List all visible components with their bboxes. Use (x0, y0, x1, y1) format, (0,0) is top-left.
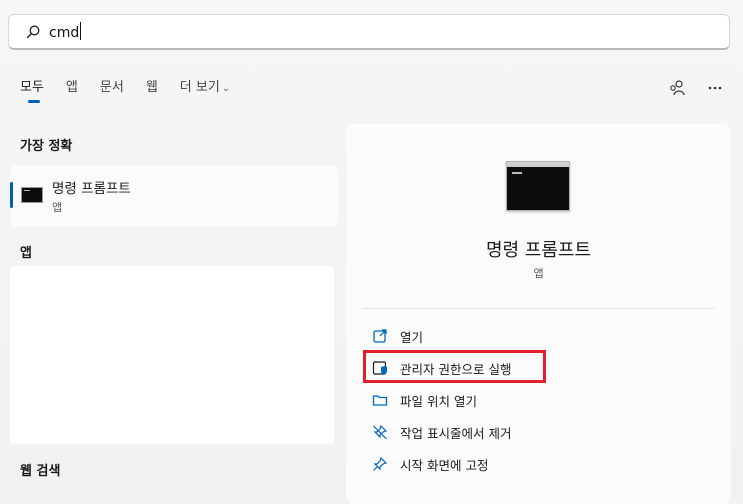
action-pin-start[interactable]: 시작 화면에 고정 (372, 453, 488, 475)
more-dots-icon (708, 86, 722, 90)
tab-documents[interactable]: 문서 (100, 76, 124, 101)
selection-indicator (10, 182, 13, 208)
filter-tabs: 모두 앱 문서 웹 더 보기 ⌄ (20, 74, 252, 103)
best-match-item[interactable]: 명령 프롬프트 앱 (10, 165, 338, 227)
tab-web[interactable]: 웹 (146, 76, 158, 101)
pin-icon (372, 456, 388, 472)
apps-results-list (10, 266, 334, 444)
apps-heading: 앱 (20, 246, 32, 261)
account-switch-icon (670, 80, 685, 96)
folder-icon (372, 392, 388, 408)
highlight-annotation (363, 350, 546, 383)
action-open-file-location[interactable]: 파일 위치 열기 (372, 389, 477, 411)
best-match-title: 명령 프롬프트 (52, 181, 131, 197)
action-unpin-taskbar[interactable]: 작업 표시줄에서 제거 (372, 421, 511, 443)
tab-apps[interactable]: 앱 (66, 76, 78, 101)
top-right-actions (667, 78, 725, 98)
best-match-subtitle: 앱 (52, 201, 63, 214)
search-box[interactable]: cmd (8, 14, 730, 50)
action-open[interactable]: 열기 (372, 325, 423, 347)
open-icon (372, 328, 388, 344)
start-search-window: cmd 모두 앱 문서 웹 더 보기 ⌄ 가장 정확 명령 프롬프트 앱 앱 웹… (0, 0, 743, 504)
command-prompt-large-icon (506, 161, 570, 211)
search-icon (26, 25, 40, 38)
web-search-heading: 웹 검색 (20, 464, 61, 479)
account-switch-button[interactable] (667, 78, 687, 98)
more-options-button[interactable] (705, 78, 725, 98)
tab-more[interactable]: 더 보기 ⌄ (180, 76, 230, 101)
details-subtitle: 앱 (533, 267, 544, 280)
details-title: 명령 프롬프트 (485, 240, 592, 261)
search-input[interactable]: cmd (49, 22, 82, 41)
tab-all[interactable]: 모두 (20, 76, 44, 103)
unpin-icon (372, 424, 388, 440)
divider (362, 308, 715, 309)
chevron-down-icon: ⌄ (221, 82, 231, 94)
details-panel: 명령 프롬프트 앱 열기 관리자 권한으로 실행 파일 위치 열기 작업 표시줄… (346, 124, 731, 504)
best-match-heading: 가장 정확 (20, 139, 73, 154)
command-prompt-icon (21, 187, 43, 203)
